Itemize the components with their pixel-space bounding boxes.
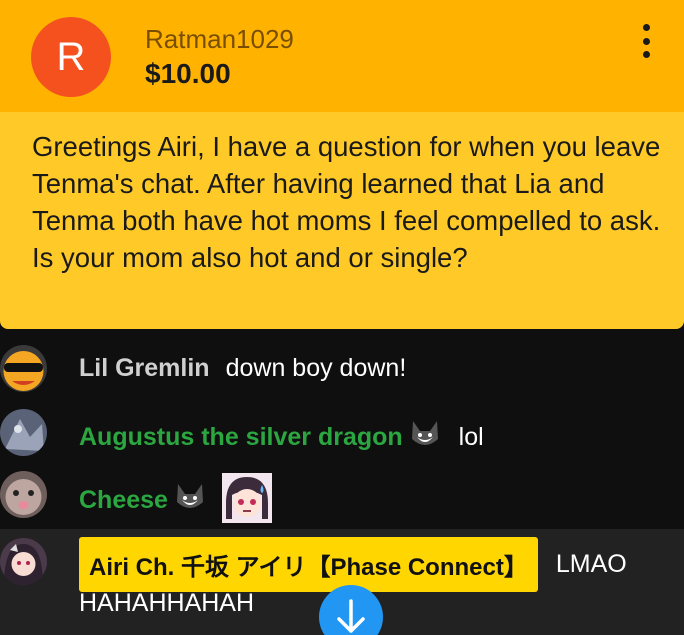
author-name[interactable]: Augustus the silver dragon <box>79 423 403 452</box>
avatar[interactable] <box>0 409 47 456</box>
arrow-down-icon <box>337 599 365 633</box>
avatar[interactable] <box>0 345 47 392</box>
superchat-header: R Ratman1029 $10.00 <box>0 0 684 112</box>
avatar[interactable] <box>0 471 47 518</box>
message-text-continued: HAHAHHAHAH <box>79 589 255 617</box>
owner-author-badge[interactable]: Airi Ch. 千坂 アイリ【Phase Connect】 <box>79 537 538 592</box>
airi-emote-icon <box>221 473 272 528</box>
more-vert-icon[interactable] <box>634 24 658 58</box>
superchat-amount: $10.00 <box>145 58 231 89</box>
message-text: down boy down! <box>225 354 407 382</box>
message-text: LMAO <box>555 550 627 578</box>
message-text: lol <box>458 423 484 451</box>
wolf-emote-icon <box>172 480 208 521</box>
scroll-to-bottom-button[interactable] <box>319 585 383 635</box>
superchat-message: Greetings Airi, I have a question for wh… <box>0 112 684 329</box>
chat-message: Augustus the silver dragon lol <box>0 404 684 464</box>
avatar[interactable] <box>0 538 47 585</box>
chat-message: Cheese <box>0 466 684 526</box>
superchat-avatar[interactable]: R <box>31 17 111 97</box>
author-name[interactable]: Cheese <box>79 486 168 515</box>
superchat-author[interactable]: Ratman1029 <box>145 24 294 55</box>
wolf-emote-icon <box>407 417 443 458</box>
chat-message: Lil Gremlin down boy down! <box>0 340 684 400</box>
author-name[interactable]: Lil Gremlin <box>79 354 210 383</box>
